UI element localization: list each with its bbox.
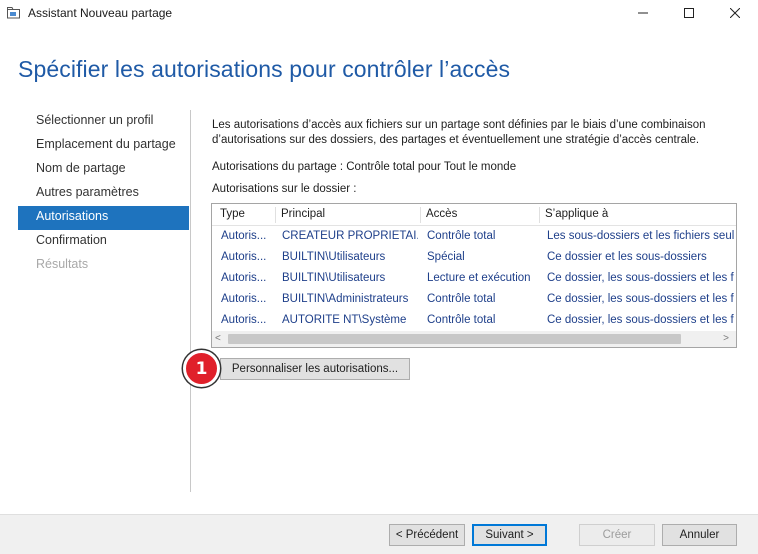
nav-item-permissions[interactable]: Autorisations	[18, 206, 189, 230]
page-title: Spécifier les autorisations pour contrôl…	[18, 56, 511, 82]
cell-access: Contrôle total	[427, 230, 496, 242]
cell-principal: BUILTIN\Utilisateurs	[282, 272, 386, 284]
close-button[interactable]	[712, 0, 758, 26]
cell-access: Contrôle total	[427, 314, 496, 326]
annotation-badge: 1	[183, 350, 220, 387]
next-button[interactable]: Suivant >	[472, 524, 547, 546]
description-line-1: Les autorisations d’accès aux fichiers s…	[212, 119, 706, 131]
minimize-button[interactable]	[620, 0, 666, 26]
nav-item-other-settings[interactable]: Autres paramètres	[18, 182, 189, 206]
cell-type: Autoris...	[221, 230, 267, 242]
table-row[interactable]: Autoris... CREATEUR PROPRIETAI... Contrô…	[212, 226, 736, 247]
cell-type: Autoris...	[221, 251, 267, 263]
column-header-type[interactable]: Type	[212, 204, 245, 226]
create-button: Créer	[579, 524, 655, 546]
cell-applies-to: Ce dossier et les sous-dossiers	[547, 251, 707, 263]
horizontal-scrollbar[interactable]: < >	[212, 331, 736, 347]
folder-permissions-list[interactable]: Type Principal Accès S’applique à Autori…	[211, 203, 737, 348]
cell-principal: BUILTIN\Utilisateurs	[282, 251, 386, 263]
customize-permissions-button[interactable]: Personnaliser les autorisations...	[220, 358, 410, 380]
cell-applies-to: Ce dossier, les sous-dossiers et les f	[547, 293, 734, 305]
wizard-steps-nav: Sélectionner un profil Emplacement du pa…	[18, 110, 189, 278]
cell-type: Autoris...	[221, 293, 267, 305]
share-permissions-text: Autorisations du partage : Contrôle tota…	[212, 161, 517, 173]
scroll-right-icon[interactable]: >	[723, 333, 729, 344]
table-row[interactable]: Autoris... BUILTIN\Utilisateurs Lecture …	[212, 268, 736, 289]
cell-type: Autoris...	[221, 272, 267, 284]
maximize-icon	[684, 8, 694, 18]
cell-principal: BUILTIN\Administrateurs	[282, 293, 409, 305]
cancel-button[interactable]: Annuler	[662, 524, 737, 546]
column-header-applies-to[interactable]: S’applique à	[537, 204, 608, 226]
list-header: Type Principal Accès S’applique à	[212, 204, 736, 226]
nav-item-share-location[interactable]: Emplacement du partage	[18, 134, 189, 158]
cell-type: Autoris...	[221, 314, 267, 326]
table-row[interactable]: Autoris... BUILTIN\Utilisateurs Spécial …	[212, 247, 736, 268]
column-header-principal[interactable]: Principal	[273, 204, 325, 226]
cell-principal: CREATEUR PROPRIETAI...	[282, 230, 418, 242]
close-icon	[730, 8, 740, 18]
cell-principal: AUTORITE NT\Système	[282, 314, 407, 326]
share-folder-icon	[7, 7, 20, 19]
nav-item-select-profile[interactable]: Sélectionner un profil	[18, 110, 189, 134]
cell-applies-to: Ce dossier, les sous-dossiers et les f	[547, 314, 734, 326]
nav-divider	[190, 110, 191, 492]
cell-applies-to: Ce dossier, les sous-dossiers et les f	[547, 272, 734, 284]
folder-permissions-label: Autorisations sur le dossier :	[212, 183, 357, 195]
scroll-left-icon[interactable]: <	[215, 333, 221, 344]
minimize-icon	[638, 12, 648, 14]
nav-item-confirmation[interactable]: Confirmation	[18, 230, 189, 254]
description-line-2: d’autorisations sur des dossiers, des pa…	[212, 134, 700, 146]
cell-access: Spécial	[427, 251, 465, 263]
nav-item-results: Résultats	[36, 257, 89, 271]
maximize-button[interactable]	[666, 0, 712, 26]
nav-item-share-name[interactable]: Nom de partage	[18, 158, 189, 182]
previous-button[interactable]: < Précédent	[389, 524, 465, 546]
title-bar: Assistant Nouveau partage	[0, 0, 758, 26]
cell-applies-to: Les sous-dossiers et les fichiers seul	[547, 230, 735, 242]
scrollbar-thumb[interactable]	[228, 334, 681, 344]
permissions-description: Les autorisations d’accès aux fichiers s…	[212, 118, 742, 148]
window-title: Assistant Nouveau partage	[28, 6, 173, 20]
cell-access: Lecture et exécution	[427, 272, 531, 284]
table-row[interactable]: Autoris... BUILTIN\Administrateurs Contr…	[212, 289, 736, 310]
column-header-access[interactable]: Accès	[418, 204, 457, 226]
table-row[interactable]: Autoris... AUTORITE NT\Système Contrôle …	[212, 310, 736, 331]
cell-access: Contrôle total	[427, 293, 496, 305]
